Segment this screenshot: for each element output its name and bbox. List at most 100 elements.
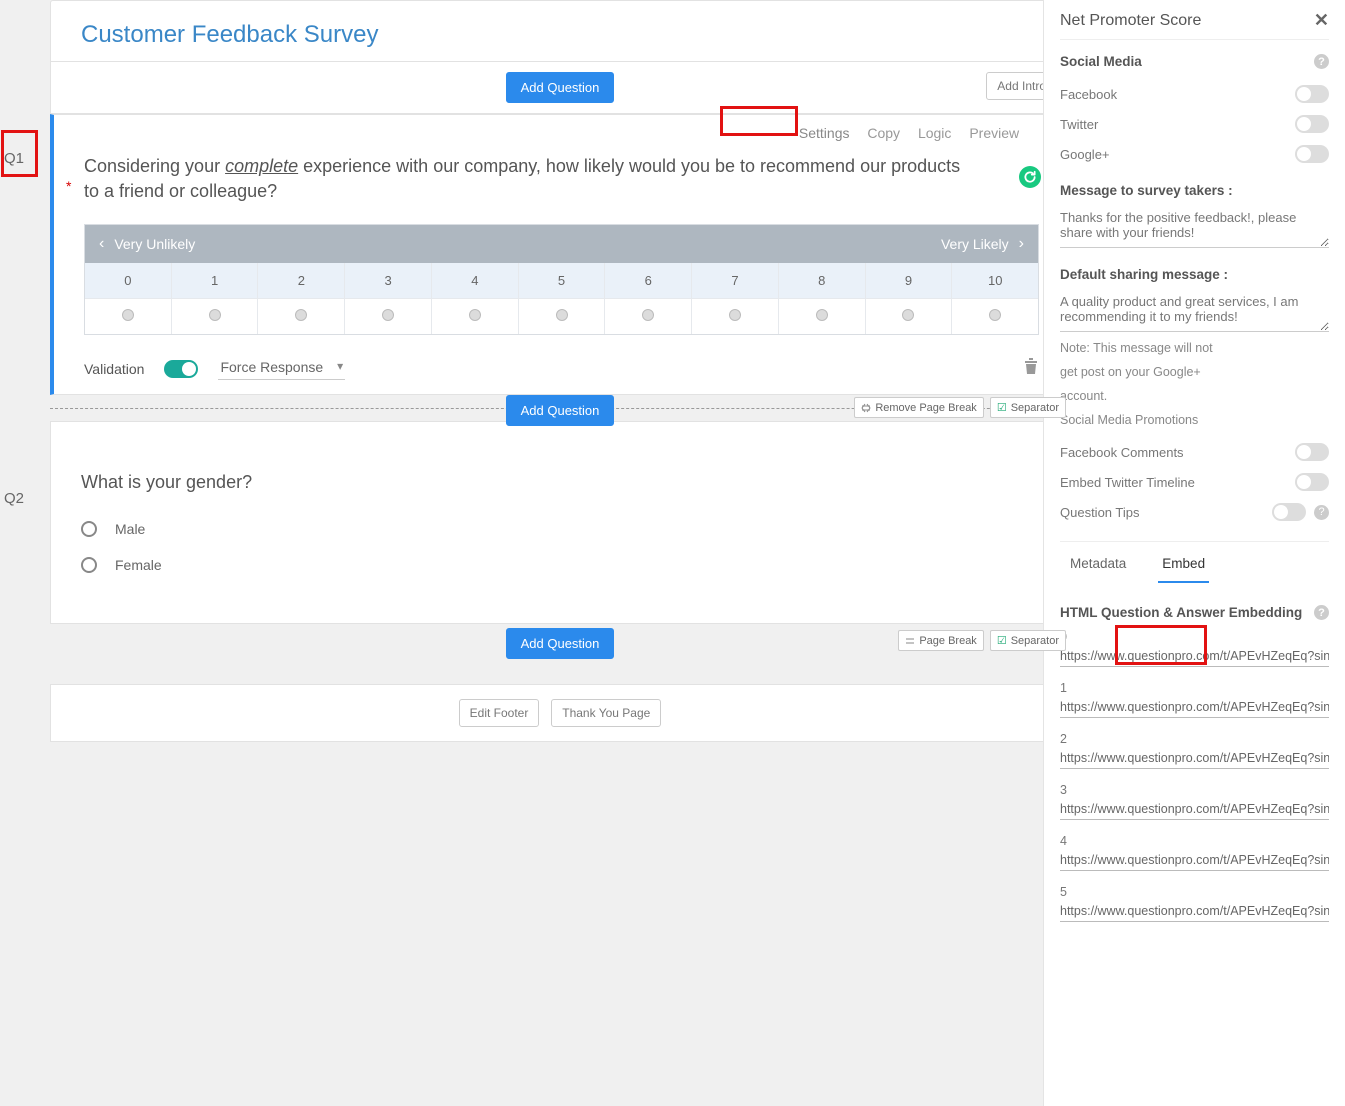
page-break-label: Page Break	[919, 635, 976, 647]
msg-takers-input[interactable]	[1060, 208, 1329, 248]
remove-page-break-label: Remove Page Break	[875, 402, 977, 414]
chevron-right-icon[interactable]: ›	[1019, 235, 1024, 253]
nps-number-7: 7	[692, 263, 779, 298]
force-response-dropdown[interactable]: Force Response	[218, 357, 345, 380]
help-icon-2[interactable]: ?	[1314, 505, 1329, 520]
nps-radio-10[interactable]	[952, 299, 1038, 334]
remove-page-break-button[interactable]: Remove Page Break	[854, 397, 984, 418]
embed-label-0: 0	[1060, 630, 1329, 644]
nps-number-3: 3	[345, 263, 432, 298]
social-facebook-toggle[interactable]	[1295, 85, 1329, 103]
close-icon[interactable]: ✕	[1314, 10, 1329, 31]
default-msg-heading: Default sharing message :	[1060, 267, 1228, 282]
q2-options: Male Female	[51, 503, 1069, 623]
embed-url-3[interactable]	[1060, 799, 1329, 820]
google-note-2: get post on your Google+	[1060, 365, 1329, 379]
tab-embed[interactable]: Embed	[1158, 548, 1209, 583]
grammarly-icon[interactable]	[1019, 166, 1041, 188]
embed-url-5[interactable]	[1060, 901, 1329, 922]
scale-label-left: Very Unlikely	[104, 236, 561, 252]
nps-radio-0[interactable]	[85, 299, 172, 334]
embed-url-2[interactable]	[1060, 748, 1329, 769]
add-row-2: Add Question Page Break ☑ Separator	[50, 624, 1070, 660]
nps-radio-5[interactable]	[519, 299, 606, 334]
fb-comments-toggle[interactable]	[1295, 443, 1329, 461]
help-icon[interactable]: ?	[1314, 54, 1329, 69]
question-tips-toggle[interactable]	[1272, 503, 1306, 521]
footer-bar: Edit Footer Thank You Page	[50, 684, 1070, 742]
scale-label-right: Very Likely	[562, 236, 1019, 252]
embed-url-0[interactable]	[1060, 646, 1329, 667]
embed-label-2: 2	[1060, 732, 1329, 746]
nps-radio-row	[85, 299, 1038, 334]
nps-number-1: 1	[172, 263, 259, 298]
delete-icon[interactable]	[1023, 357, 1039, 378]
google-note-1: Note: This message will not	[1060, 341, 1329, 355]
question-toolbar: Settings Copy Logic Preview ⋮	[54, 115, 1069, 142]
twitter-timeline-toggle[interactable]	[1295, 473, 1329, 491]
nps-scale: ‹ Very Unlikely Very Likely › 0123456789…	[84, 224, 1039, 335]
question-label-q1: Q1	[4, 150, 24, 167]
preview-link[interactable]: Preview	[969, 125, 1019, 141]
separator-label: Separator	[1011, 402, 1059, 414]
embed-url-1[interactable]	[1060, 697, 1329, 718]
question-1[interactable]: Settings Copy Logic Preview ⋮ * Consider…	[50, 114, 1070, 395]
nps-radio-6[interactable]	[605, 299, 692, 334]
q2-text[interactable]: What is your gender?	[51, 422, 1069, 503]
nps-number-0: 0	[85, 263, 172, 298]
embed-label-1: 1	[1060, 681, 1329, 695]
social-google+-label: Google+	[1060, 147, 1110, 162]
question-tips-label: Question Tips	[1060, 505, 1140, 520]
default-msg-input[interactable]	[1060, 292, 1329, 332]
nps-number-8: 8	[779, 263, 866, 298]
nps-radio-7[interactable]	[692, 299, 779, 334]
social-google+-toggle[interactable]	[1295, 145, 1329, 163]
separator-label-2: Separator	[1011, 635, 1059, 647]
embed-url-4[interactable]	[1060, 850, 1329, 871]
nps-radio-3[interactable]	[345, 299, 432, 334]
nps-number-10: 10	[952, 263, 1038, 298]
page-break-button[interactable]: Page Break	[898, 630, 983, 651]
nps-number-5: 5	[519, 263, 606, 298]
gender-option[interactable]: Female	[81, 547, 1039, 583]
social-twitter-toggle[interactable]	[1295, 115, 1329, 133]
copy-link[interactable]: Copy	[867, 125, 900, 141]
add-question-button-2[interactable]: Add Question	[506, 395, 615, 426]
google-note-3: account.	[1060, 389, 1329, 403]
edit-footer-button[interactable]: Edit Footer	[459, 699, 540, 727]
embed-label-5: 5	[1060, 885, 1329, 899]
gender-option-label: Female	[115, 557, 162, 573]
settings-link[interactable]: Settings	[799, 125, 850, 141]
q1-text-em: complete	[225, 156, 298, 176]
help-icon-3[interactable]: ?	[1314, 605, 1329, 620]
validation-toggle[interactable]	[164, 360, 198, 378]
add-question-button-3[interactable]: Add Question	[506, 628, 615, 659]
settings-panel: Net Promoter Score ✕ Social Media ? Face…	[1043, 0, 1345, 1106]
required-star: *	[66, 178, 71, 194]
promo-heading: Social Media Promotions	[1060, 413, 1329, 427]
tab-metadata[interactable]: Metadata	[1066, 548, 1130, 583]
nps-radio-9[interactable]	[866, 299, 953, 334]
question-text[interactable]: Considering your complete experience wit…	[84, 154, 1039, 204]
separator-toggle-2[interactable]: ☑ Separator	[990, 630, 1066, 651]
nps-radio-8[interactable]	[779, 299, 866, 334]
gender-option[interactable]: Male	[81, 511, 1039, 547]
logic-link[interactable]: Logic	[918, 125, 951, 141]
thank-you-page-button[interactable]: Thank You Page	[551, 699, 661, 727]
add-question-button[interactable]: Add Question	[506, 72, 615, 103]
nps-radio-2[interactable]	[258, 299, 345, 334]
social-twitter-label: Twitter	[1060, 117, 1098, 132]
nps-number-9: 9	[866, 263, 953, 298]
embed-label-3: 3	[1060, 783, 1329, 797]
nps-number-6: 6	[605, 263, 692, 298]
separator-toggle[interactable]: ☑ Separator	[990, 397, 1066, 418]
twitter-timeline-label: Embed Twitter Timeline	[1060, 475, 1195, 490]
msg-takers-heading: Message to survey takers :	[1060, 183, 1233, 198]
nps-radio-4[interactable]	[432, 299, 519, 334]
survey-title[interactable]: Customer Feedback Survey	[50, 0, 1070, 62]
page-break-divider: Add Question Remove Page Break ☑ Separat…	[50, 395, 1070, 421]
validation-label: Validation	[84, 361, 144, 377]
question-2[interactable]: What is your gender? Male Female	[50, 421, 1070, 624]
nps-number-2: 2	[258, 263, 345, 298]
nps-radio-1[interactable]	[172, 299, 259, 334]
